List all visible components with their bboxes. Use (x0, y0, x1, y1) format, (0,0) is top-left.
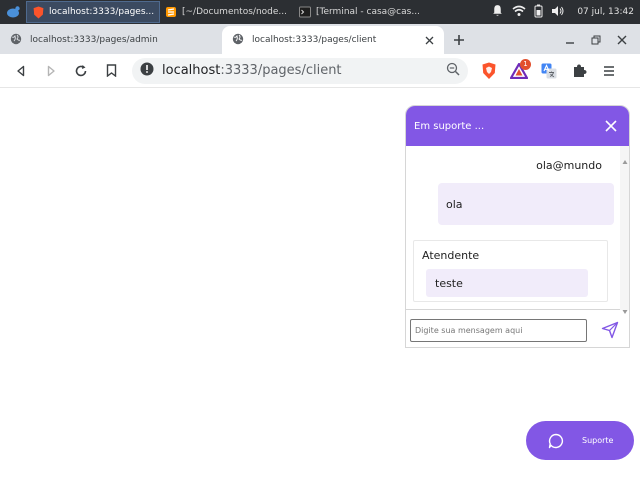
os-taskbar: localhost:3333/pages... [~/Documentos/no… (0, 0, 640, 24)
taskbar-task-browser[interactable]: localhost:3333/pages... (26, 1, 160, 23)
chat-messages[interactable]: ola@mundo ola Atendente teste (406, 146, 629, 314)
taskbar-clock[interactable]: 07 jul, 13:42 (573, 7, 634, 17)
address-bar[interactable]: localhost:3333/pages/client (132, 57, 468, 84)
url-text[interactable]: localhost:3333/pages/client (162, 63, 438, 78)
send-icon (601, 321, 619, 339)
window-controls (562, 26, 640, 54)
taskbar-task-label: localhost:3333/pages... (49, 7, 155, 17)
xfce-menu-icon[interactable] (0, 0, 26, 24)
chat-input-row (406, 311, 629, 347)
message-card-agent: Atendente teste (413, 240, 608, 302)
taskbar-task-terminal[interactable]: [Terminal - casa@cas... (294, 1, 428, 23)
extension-badge: 1 (520, 58, 531, 70)
send-message-button[interactable] (599, 319, 621, 341)
taskbar-task-label: [Terminal - casa@cas... (316, 7, 420, 17)
browser-toolbar: localhost:3333/pages/client 1 (0, 54, 640, 88)
site-info-icon[interactable] (140, 61, 154, 80)
battery-icon[interactable] (534, 4, 543, 21)
url-path: :3333/pages/client (220, 63, 342, 78)
message-input[interactable] (410, 318, 587, 342)
chat-close-button[interactable] (601, 116, 621, 136)
chat-title: Em suporte ... (414, 120, 485, 132)
globe-icon (10, 33, 22, 48)
taskbar-task-label: [~/Documentos/node... (182, 7, 287, 17)
forward-button[interactable] (36, 57, 66, 85)
chat-scrollbar[interactable] (620, 146, 629, 314)
restore-icon[interactable] (588, 32, 604, 48)
tab-admin[interactable]: localhost:3333/pages/admin (0, 26, 222, 54)
url-host: localhost (162, 63, 221, 78)
message-sender-agent: Atendente (422, 249, 480, 262)
minimize-icon[interactable] (562, 32, 578, 48)
support-button-label: Suporte (582, 436, 614, 445)
message-text: ola (446, 197, 463, 211)
brave-icon (31, 5, 45, 19)
close-window-icon[interactable] (614, 32, 630, 48)
message-sender-user: ola@mundo (536, 159, 602, 172)
new-tab-button[interactable] (444, 26, 474, 54)
taskbar-task-editor[interactable]: [~/Documentos/node... (160, 1, 294, 23)
wifi-icon[interactable] (512, 5, 526, 20)
sublime-icon (164, 5, 178, 19)
globe-icon (232, 33, 244, 48)
browser-menu-icon[interactable] (594, 57, 624, 85)
volume-icon[interactable] (551, 5, 565, 20)
support-button[interactable]: Suporte (526, 421, 634, 460)
tab-label: localhost:3333/pages/client (252, 35, 377, 45)
system-tray: 07 jul, 13:42 (491, 4, 640, 21)
back-button[interactable] (6, 57, 36, 85)
scroll-up-icon[interactable] (622, 150, 628, 164)
message-text: teste (435, 276, 463, 290)
extensions-puzzle-icon[interactable] (564, 57, 594, 85)
tab-label: localhost:3333/pages/admin (30, 35, 158, 45)
chat-bubble-icon (548, 433, 564, 448)
terminal-icon (298, 5, 312, 19)
browser-tab-strip: localhost:3333/pages/admin localhost:333… (0, 24, 640, 54)
chat-header: Em suporte ... (406, 106, 629, 146)
support-chat-window: Em suporte ... ola@mundo ola Atendente t… (405, 105, 630, 348)
brave-shields-icon[interactable] (474, 57, 504, 85)
close-icon (605, 120, 617, 132)
reload-button[interactable] (66, 57, 96, 85)
message-bubble-user: ola (438, 183, 614, 225)
notification-bell-icon[interactable] (491, 4, 504, 20)
message-bubble-agent: teste (426, 269, 588, 297)
tab-client[interactable]: localhost:3333/pages/client (222, 26, 444, 54)
brave-rewards-icon[interactable]: 1 (504, 57, 534, 85)
tab-close-icon[interactable] (422, 33, 436, 47)
zoom-out-icon[interactable] (446, 61, 460, 80)
translate-icon[interactable] (534, 57, 564, 85)
bookmark-icon[interactable] (96, 57, 126, 85)
scroll-down-icon[interactable] (622, 300, 628, 314)
